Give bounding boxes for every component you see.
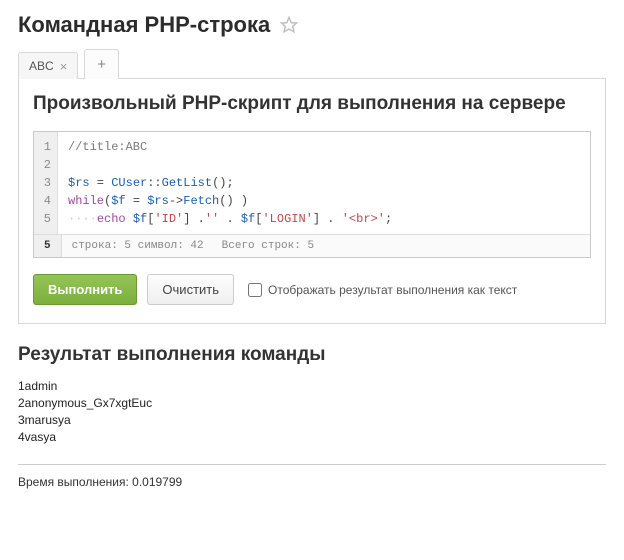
- code-token: .: [219, 212, 241, 226]
- tab-bar: ABC × +: [0, 48, 624, 78]
- tab-abc[interactable]: ABC ×: [18, 52, 78, 79]
- code-token: =: [90, 176, 112, 190]
- code-token: echo: [97, 212, 126, 226]
- code-token: () ): [219, 194, 248, 208]
- code-token: while: [68, 194, 104, 208]
- code-token: '': [205, 212, 219, 226]
- result-title: Результат выполнения команды: [0, 338, 624, 378]
- display-as-text-checkbox[interactable]: [248, 283, 262, 297]
- code-token: Fetch: [183, 194, 219, 208]
- page-title: Командная PHP-строка: [18, 12, 270, 38]
- page-header: Командная PHP-строка: [0, 0, 624, 48]
- status-current-line: 5: [34, 235, 62, 257]
- status-total-lines: Всего строк: 5: [222, 240, 314, 252]
- code-token: ····: [68, 212, 97, 226]
- result-line: 4vasya: [18, 429, 606, 446]
- code-token: ] .: [313, 212, 342, 226]
- line-number: 4: [40, 192, 51, 210]
- action-bar: Выполнить Очистить Отображать результат …: [19, 258, 605, 323]
- result-output: 1admin 2anonymous_Gx7xgtEuc 3marusya 4va…: [0, 378, 624, 456]
- status-cursor-pos: строка: 5 символ: 42: [72, 240, 204, 252]
- tab-label: ABC: [29, 59, 54, 73]
- panel-title: Произвольный PHP-скрипт для выполнения н…: [19, 79, 605, 131]
- code-token: =: [126, 194, 148, 208]
- line-number: 3: [40, 174, 51, 192]
- result-line: 3marusya: [18, 412, 606, 429]
- code-token: $f: [241, 212, 255, 226]
- script-panel: Произвольный PHP-скрипт для выполнения н…: [18, 78, 606, 324]
- tab-add[interactable]: +: [84, 49, 119, 79]
- code-token: //title:ABC: [68, 140, 147, 154]
- code-token: GetList: [162, 176, 212, 190]
- code-token: ->: [169, 194, 183, 208]
- plus-icon: +: [97, 56, 106, 73]
- line-number: 2: [40, 156, 51, 174]
- code-token: ;: [385, 212, 392, 226]
- star-icon[interactable]: [280, 16, 298, 34]
- code-token: $f: [133, 212, 147, 226]
- exec-time-label: Время выполнения:: [18, 475, 132, 489]
- code-token: ();: [212, 176, 234, 190]
- code-token: $f: [111, 194, 125, 208]
- code-token: [126, 212, 133, 226]
- code-token: ] .: [183, 212, 205, 226]
- code-token: CUser: [111, 176, 147, 190]
- editor-status-bar: 5 строка: 5 символ: 42 Всего строк: 5: [34, 234, 590, 257]
- checkbox-label: Отображать результат выполнения как текс…: [268, 283, 517, 297]
- clear-button[interactable]: Очистить: [147, 274, 234, 305]
- code-area[interactable]: //title:ABC $rs = CUser::GetList(); whil…: [58, 132, 590, 234]
- result-line: 1admin: [18, 378, 606, 395]
- line-number: 1: [40, 138, 51, 156]
- code-token: 'ID': [154, 212, 183, 226]
- code-token: ::: [147, 176, 161, 190]
- editor-gutter: 1 2 3 4 5: [34, 132, 58, 234]
- result-line: 2anonymous_Gx7xgtEuc: [18, 395, 606, 412]
- close-icon[interactable]: ×: [60, 60, 68, 73]
- execute-button[interactable]: Выполнить: [33, 274, 137, 305]
- display-as-text-option[interactable]: Отображать результат выполнения как текс…: [248, 283, 517, 297]
- execution-time: Время выполнения: 0.019799: [0, 473, 624, 499]
- code-token: $rs: [68, 176, 90, 190]
- code-editor[interactable]: 1 2 3 4 5 //title:ABC $rs = CUser::GetLi…: [33, 131, 591, 258]
- divider: [18, 464, 606, 465]
- code-token: '<br>': [342, 212, 385, 226]
- code-token: 'LOGIN': [262, 212, 312, 226]
- exec-time-value: 0.019799: [132, 475, 182, 489]
- code-token: $rs: [147, 194, 169, 208]
- line-number: 5: [40, 210, 51, 228]
